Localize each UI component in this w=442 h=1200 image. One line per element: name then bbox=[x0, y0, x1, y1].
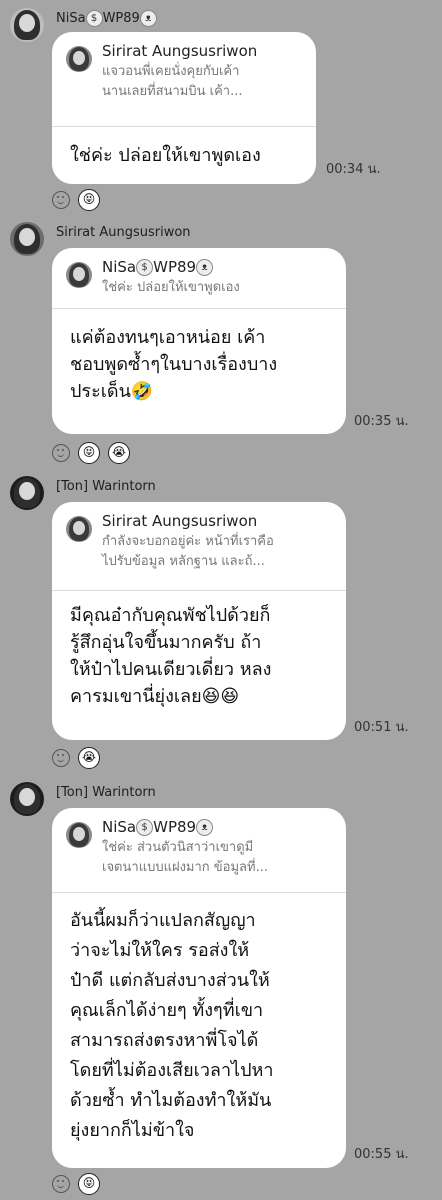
quote-avatar bbox=[66, 516, 92, 542]
message-bubble[interactable]: NiSa $ WP89 ᴥ ใช่ค่ะ ปล่อยให้เขาพูดเอง แค่ต… bbox=[52, 248, 346, 434]
divider bbox=[52, 590, 346, 591]
money-bag-icon: $ bbox=[136, 819, 154, 836]
divider bbox=[52, 892, 346, 893]
money-bag-icon: $ bbox=[136, 259, 154, 276]
money-bag-icon: $ bbox=[85, 10, 103, 27]
divider bbox=[52, 308, 346, 309]
sender-name: [Ton] Warintorn bbox=[56, 785, 156, 800]
quote-text: ใช่ค่ะ ส่วนตัวนิสาว่าเขาดูมี เจตนาแบบแฝง… bbox=[102, 840, 268, 875]
tiger-face-icon: ᴥ bbox=[196, 819, 214, 836]
message-text: มีคุณอ๋ากับคุณพัชไปด้วยก็ รู้สึกอุ่นใจขึ… bbox=[70, 605, 272, 707]
timestamp: 00:51 น. bbox=[354, 720, 409, 735]
divider bbox=[52, 126, 316, 127]
quote-text: แจวอนพี่เคยนั่งคุยกับเค้า นานเลยที่สนามบ… bbox=[102, 64, 243, 99]
quote-sender-name: Sirirat Aungsusriwon bbox=[102, 512, 258, 530]
tiger-face-icon: ᴥ bbox=[139, 10, 157, 27]
reaction-crying-laughing-icon[interactable]: 😭 bbox=[108, 442, 130, 464]
quote-avatar bbox=[66, 262, 92, 288]
timestamp: 00:55 น. bbox=[354, 1147, 409, 1162]
reaction-crying-laughing-icon[interactable]: 😭 bbox=[78, 747, 100, 769]
quote-sender-name: NiSa $ WP89 ᴥ bbox=[102, 818, 214, 836]
timestamp: 00:34 น. bbox=[326, 162, 381, 177]
quote-avatar bbox=[66, 46, 92, 72]
quote-avatar bbox=[66, 822, 92, 848]
avatar[interactable] bbox=[10, 222, 44, 256]
add-reaction-icon[interactable] bbox=[52, 444, 70, 462]
add-reaction-icon[interactable] bbox=[52, 191, 70, 209]
sender-name: NiSa $ WP89 ᴥ bbox=[56, 10, 157, 27]
message-bubble[interactable]: Sirirat Aungsusriwon กำลังจะบอกอยู่ค่ะ ห… bbox=[52, 502, 346, 740]
reaction-squinting-tongue-icon[interactable]: 😝 bbox=[78, 189, 100, 211]
tiger-face-icon: ᴥ bbox=[196, 259, 214, 276]
message-bubble[interactable]: Sirirat Aungsusriwon แจวอนพี่เคยนั่งคุยก… bbox=[52, 32, 316, 184]
quote-text: กำลังจะบอกอยู่ค่ะ หน้าที่เราคือ ไปรับข้อ… bbox=[102, 534, 274, 569]
sender-name: [Ton] Warintorn bbox=[56, 479, 156, 494]
quote-text: ใช่ค่ะ ปล่อยให้เขาพูดเอง bbox=[102, 280, 240, 295]
reactions-row: 😭 bbox=[52, 746, 100, 770]
reaction-squinting-tongue-icon[interactable]: 😝 bbox=[78, 1173, 100, 1195]
avatar[interactable] bbox=[10, 476, 44, 510]
message-text: ใช่ค่ะ ปล่อยให้เขาพูดเอง bbox=[70, 145, 261, 166]
timestamp: 00:35 น. bbox=[354, 414, 409, 429]
quote-sender-name: NiSa $ WP89 ᴥ bbox=[102, 258, 214, 276]
message-bubble[interactable]: NiSa $ WP89 ᴥ ใช่ค่ะ ส่วนตัวนิสาว่าเขาดูมี … bbox=[52, 808, 346, 1168]
reaction-squinting-tongue-icon[interactable]: 😝 bbox=[78, 442, 100, 464]
reactions-row: 😝 bbox=[52, 1172, 100, 1196]
add-reaction-icon[interactable] bbox=[52, 1175, 70, 1193]
sender-name: Sirirat Aungsusriwon bbox=[56, 225, 191, 240]
message-text: แค่ต้องทนๆเอาหน่อย เค้า ชอบพูดซ้ำๆในบางเ… bbox=[70, 327, 278, 402]
avatar[interactable] bbox=[10, 8, 44, 42]
reactions-row: 😝 bbox=[52, 188, 100, 212]
add-reaction-icon[interactable] bbox=[52, 749, 70, 767]
avatar[interactable] bbox=[10, 782, 44, 816]
message-text: อันนี้ผมก็ว่าแปลกสัญญา ว่าจะไม่ให้ใคร รอ… bbox=[70, 910, 274, 1141]
reactions-row: 😝 😭 bbox=[52, 441, 130, 465]
quote-sender-name: Sirirat Aungsusriwon bbox=[102, 42, 258, 60]
